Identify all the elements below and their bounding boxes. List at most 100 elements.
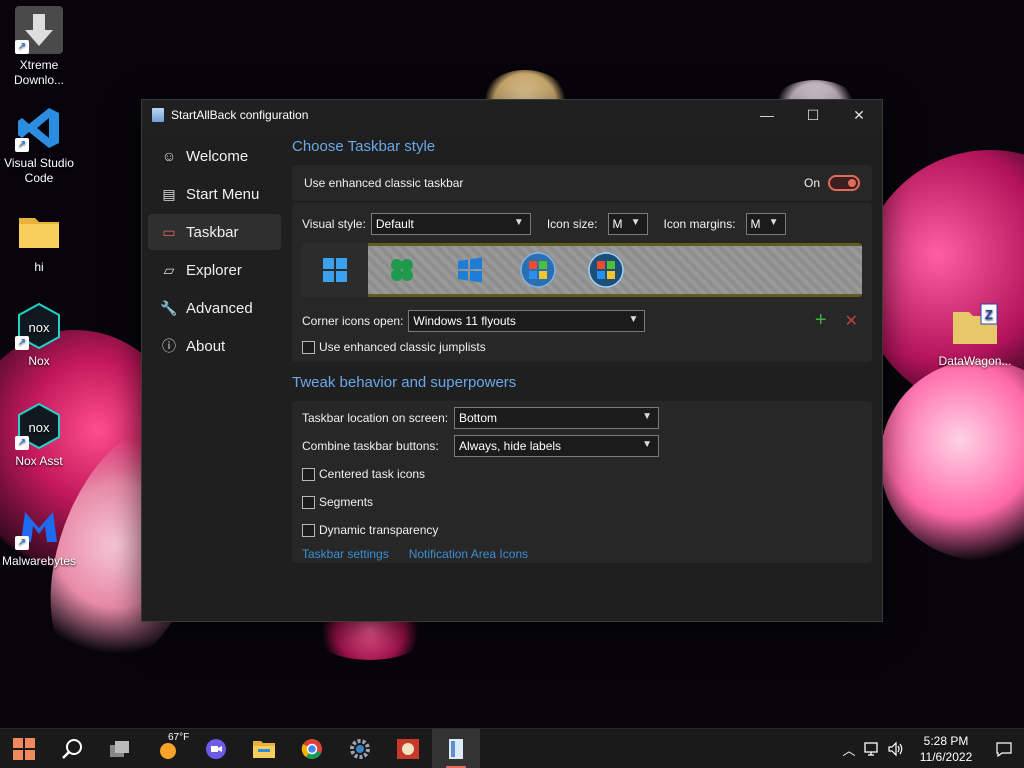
centered-icons-row[interactable]: Centered task icons (302, 467, 862, 481)
enhanced-taskbar-toggle[interactable] (828, 175, 860, 191)
notification-area-icons-link[interactable]: Notification Area Icons (409, 547, 528, 561)
desktop-icon-malwarebytes[interactable]: ↗ Malwarebytes (0, 502, 78, 569)
visual-style-label: Visual style: (302, 217, 366, 231)
jumplists-row[interactable]: Use enhanced classic jumplists (302, 340, 862, 354)
weather-widget[interactable]: 67°F (144, 729, 192, 768)
taskbar-settings-link[interactable]: Taskbar settings (302, 547, 389, 561)
icon-margins-select[interactable]: M ▼ (745, 213, 786, 235)
centered-icons-checkbox[interactable] (302, 467, 315, 481)
desktop-icon-vscode[interactable]: ↗ Visual Studio Code (0, 104, 78, 186)
maximize-button[interactable]: ☐ (790, 100, 836, 130)
chrome-icon (301, 738, 322, 759)
vista-orb-icon (588, 252, 624, 288)
icon-size-value: M (612, 217, 623, 231)
transparency-row[interactable]: Dynamic transparency (302, 523, 862, 537)
title-bar[interactable]: StartAllBack configuration — ☐ ✕ (142, 100, 882, 130)
network-icon[interactable] (860, 741, 884, 757)
sidebar-item-welcome[interactable]: ☺ Welcome (148, 138, 281, 174)
sidebar-item-label: Advanced (186, 299, 253, 317)
sidebar-item-label: Welcome (186, 147, 249, 165)
sidebar-item-start-menu[interactable]: ▤ Start Menu (148, 176, 281, 212)
transparency-label: Dynamic transparency (319, 523, 439, 537)
add-icon[interactable]: + (815, 309, 827, 332)
sidebar: ☺ Welcome ▤ Start Menu ▭ Taskbar ▱ Explo… (142, 130, 287, 621)
corner-icons-actions: + ✕ (815, 309, 858, 332)
style-selectors-row: Visual style: Default ▼ Icon size: M ▼ I… (302, 213, 862, 235)
desktop-icon-nox-asst[interactable]: nox ↗ Nox Asst (0, 402, 78, 469)
sidebar-item-advanced[interactable]: 🔧 Advanced (148, 290, 281, 326)
visual-style-select[interactable]: Default ▼ (370, 213, 531, 235)
desktop-icon-label: hi (34, 260, 44, 274)
combine-buttons-select[interactable]: Always, hide labels ▼ (454, 435, 659, 457)
chevron-down-icon: ▼ (768, 217, 779, 228)
file-explorer-button[interactable] (240, 729, 288, 768)
desktop-icon-hi[interactable]: hi (0, 208, 78, 275)
jumplists-checkbox[interactable] (302, 340, 315, 354)
file-explorer-icon (253, 740, 275, 758)
icon-margins-label: Icon margins: (663, 217, 736, 231)
taskbar-style-heading: Choose Taskbar style (292, 138, 436, 155)
smiley-icon: ☺ (161, 148, 177, 164)
desktop-icon-label: Xtreme Downlo... (13, 58, 65, 87)
volume-icon[interactable] (884, 741, 908, 757)
style-option-windows11[interactable] (302, 243, 368, 297)
segments-row[interactable]: Segments (302, 495, 862, 509)
malwarebytes-icon: ↗ (15, 502, 63, 550)
chevron-down-icon: ▼ (513, 217, 524, 228)
desktop-icon-xtreme[interactable]: ↗ Xtreme Downlo... (0, 6, 78, 88)
desktop-icon-datawagon[interactable]: Z DataWagon... (936, 302, 1014, 369)
windows11-logo-icon (323, 258, 347, 282)
icon-size-select[interactable]: M ▼ (607, 213, 648, 235)
minimize-button[interactable]: — (744, 100, 790, 130)
desktop-icon-nox[interactable]: nox ↗ Nox (0, 302, 78, 369)
desktop-icon-label: Nox Asst (15, 454, 63, 468)
zip-folder-icon: Z (951, 302, 999, 350)
sidebar-item-taskbar[interactable]: ▭ Taskbar (148, 214, 281, 250)
svg-text:Z: Z (985, 307, 993, 322)
segments-checkbox[interactable] (302, 495, 315, 509)
combine-buttons-row: Combine taskbar buttons: Always, hide la… (302, 435, 862, 457)
chevron-down-icon: ▼ (642, 411, 652, 422)
search-button[interactable] (48, 729, 96, 768)
task-view-button[interactable] (96, 729, 144, 768)
startallback-window: StartAllBack configuration — ☐ ✕ ☺ Welco… (141, 99, 883, 622)
remove-icon[interactable]: ✕ (845, 311, 858, 331)
tweak-heading: Tweak behavior and superpowers (292, 374, 517, 391)
style-option-clover[interactable] (368, 257, 436, 283)
clock-time: 5:28 PM (923, 734, 969, 748)
chevron-down-icon: ▼ (628, 313, 639, 325)
style-option-vista[interactable] (572, 252, 640, 288)
desktop-icon-label: Nox (28, 354, 50, 368)
game-app-button[interactable] (384, 729, 432, 768)
sidebar-item-about[interactable]: ⓘ About (148, 328, 281, 364)
start-button[interactable] (0, 729, 48, 768)
combine-buttons-value: Always, hide labels (459, 439, 562, 453)
taskbar-location-label: Taskbar location on screen: (302, 411, 449, 425)
toggle-state-label: On (803, 176, 820, 190)
notification-icon[interactable] (984, 741, 1024, 757)
clock-date: 11/6/2022 (919, 750, 973, 764)
taskbar-location-select[interactable]: Bottom ▼ (454, 407, 659, 429)
sidebar-item-label: Start Menu (186, 185, 260, 203)
taskbar: 67°F ︿ 5:28 PM 11/6/2022 (0, 728, 1024, 768)
window-title: StartAllBack configuration (171, 108, 309, 122)
transparency-checkbox[interactable] (302, 523, 315, 537)
chat-button[interactable] (192, 729, 240, 768)
clock[interactable]: 5:28 PM 11/6/2022 (908, 733, 984, 765)
svg-text:nox: nox (29, 320, 50, 335)
style-option-windows10[interactable] (436, 257, 504, 283)
chevron-up-icon[interactable]: ︿ (838, 740, 860, 759)
style-option-windows7[interactable] (504, 252, 572, 288)
startallback-taskbar-button[interactable] (432, 728, 480, 768)
corner-icons-select[interactable]: Windows 11 flyouts ▼ (408, 309, 646, 332)
sidebar-item-explorer[interactable]: ▱ Explorer (148, 252, 281, 288)
settings-button[interactable] (336, 729, 384, 768)
svg-text:nox: nox (29, 420, 50, 435)
chrome-button[interactable] (288, 729, 336, 768)
enhanced-taskbar-row: Use enhanced classic taskbar On (292, 165, 872, 201)
start-menu-icon: ▤ (162, 185, 176, 202)
system-tray: ︿ 5:28 PM 11/6/2022 (838, 729, 1024, 768)
visual-style-value: Default (375, 217, 414, 231)
close-button[interactable]: ✕ (836, 100, 882, 130)
folder-icon (15, 208, 63, 256)
